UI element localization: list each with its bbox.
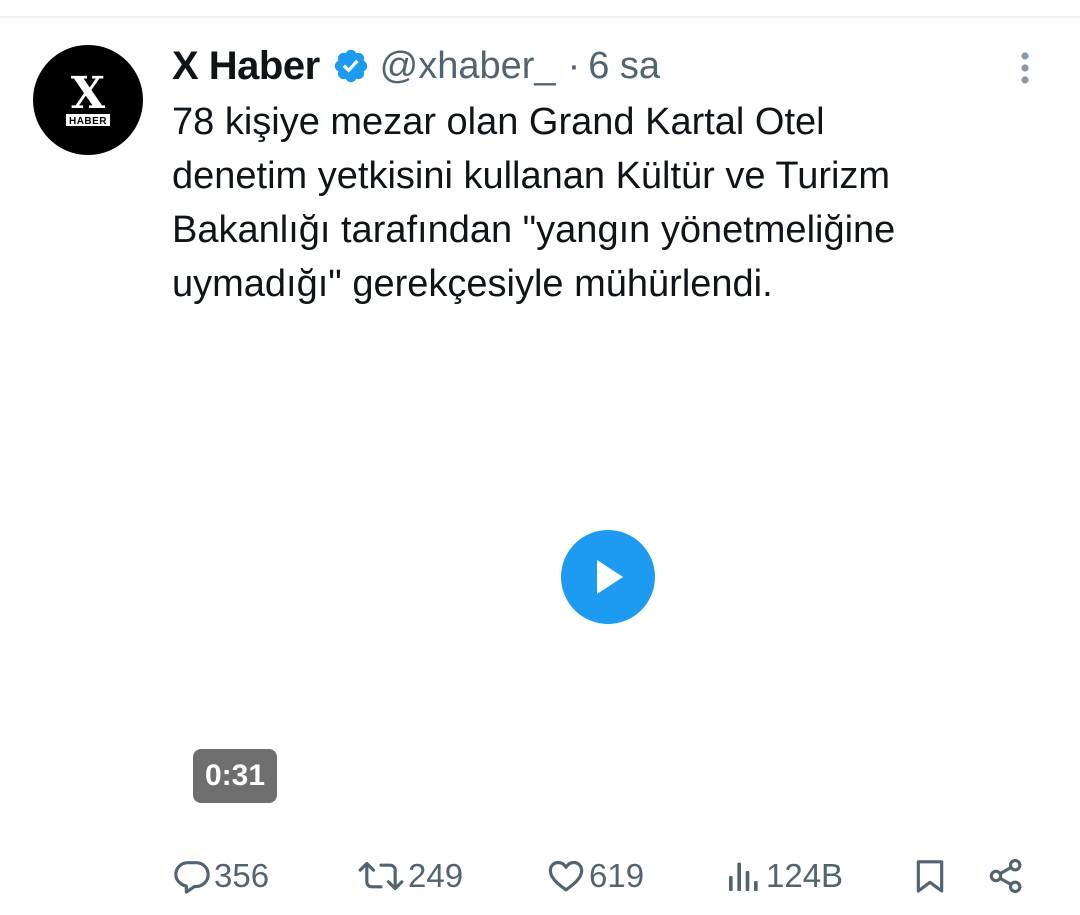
views-icon [729,862,758,891]
verified-badge-icon[interactable] [332,47,370,85]
views-count: 124B [766,857,844,894]
reply-count: 356 [214,857,270,894]
top-divider [0,16,1080,18]
play-icon [597,560,623,594]
views-button[interactable]: 124B [724,850,843,902]
more-vertical-icon[interactable] [1011,50,1039,86]
tweet-text: 78 kişiye mezar olan Grand Kartal Otel d… [172,101,896,305]
separator-dot: · [567,44,581,87]
reply-icon [174,861,210,894]
repost-count: 249 [408,857,464,894]
x-haber-logo-icon: X HABER [66,68,110,127]
share-button[interactable] [985,850,1027,902]
display-name[interactable]: X Haber [172,44,320,89]
bookmark-icon [916,860,944,893]
repost-button[interactable]: 249 [356,850,463,902]
tweet-header: X Haber @xhaber_ · 6 sa [172,40,660,92]
avatar[interactable]: X HABER [33,45,143,155]
like-button[interactable]: 619 [545,850,644,902]
logo-letter: X [71,68,106,119]
heart-icon [548,860,584,892]
video-player[interactable]: 0:31 [172,320,1047,820]
like-count: 619 [589,857,645,894]
reply-button[interactable]: 356 [172,850,269,902]
play-button[interactable] [561,530,655,624]
share-icon [989,858,1022,894]
repost-icon [358,861,404,891]
video-duration-badge: 0:31 [193,749,278,803]
user-handle[interactable]: @xhaber_ [380,45,556,88]
logo-word: HABER [69,116,107,127]
tweet-timestamp[interactable]: 6 sa [588,45,660,88]
tweet-actions-bar: 356 249 619 124B [0,850,1080,902]
bookmark-button[interactable] [910,850,950,902]
